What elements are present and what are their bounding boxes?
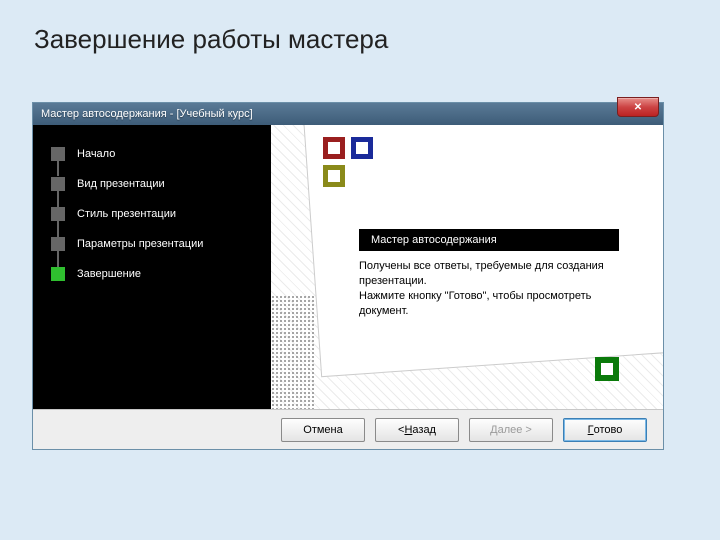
blue-square-icon [351, 137, 373, 159]
window-title: Мастер автосодержания - [Учебный курс] [41, 108, 253, 120]
wizard-content: Мастер автосодержания Получены все ответ… [271, 125, 663, 409]
wizard-window: Мастер автосодержания - [Учебный курс] ✕… [32, 102, 664, 450]
step-finish[interactable]: Завершение [51, 267, 271, 281]
step-presentation-options[interactable]: Параметры презентации [51, 237, 271, 251]
content-heading: Мастер автосодержания [359, 229, 619, 251]
step-label: Стиль презентации [77, 208, 176, 220]
paper-graphic [302, 125, 663, 377]
step-label: Вид презентации [77, 178, 165, 190]
wizard-steps-sidebar: Начало Вид презентации Стиль презентации… [33, 125, 271, 409]
content-text: Получены все ответы, требуемые для созда… [359, 259, 629, 318]
wizard-body: Начало Вид презентации Стиль презентации… [33, 125, 663, 409]
step-marker-icon [51, 237, 65, 251]
olive-square-icon [323, 165, 345, 187]
step-label: Завершение [77, 268, 141, 280]
red-square-icon [323, 137, 345, 159]
step-label: Параметры презентации [77, 238, 203, 250]
step-presentation-style[interactable]: Стиль презентации [51, 207, 271, 221]
wizard-button-bar: Отмена < Назад Далее > Готово [33, 409, 663, 449]
step-marker-icon [51, 177, 65, 191]
step-presentation-type[interactable]: Вид презентации [51, 177, 271, 191]
dotted-pattern [271, 295, 315, 409]
page-title: Завершение работы мастера [0, 0, 720, 55]
step-marker-icon [51, 267, 65, 281]
next-button: Далее > [469, 418, 553, 442]
step-marker-icon [51, 147, 65, 161]
back-button[interactable]: < Назад [375, 418, 459, 442]
close-icon: ✕ [634, 102, 642, 113]
cancel-button[interactable]: Отмена [281, 418, 365, 442]
step-marker-icon [51, 207, 65, 221]
titlebar: Мастер автосодержания - [Учебный курс] ✕ [33, 103, 663, 125]
finish-button[interactable]: Готово [563, 418, 647, 442]
step-start[interactable]: Начало [51, 147, 271, 161]
step-label: Начало [77, 148, 115, 160]
green-square-icon [595, 357, 619, 381]
close-button[interactable]: ✕ [617, 97, 659, 117]
